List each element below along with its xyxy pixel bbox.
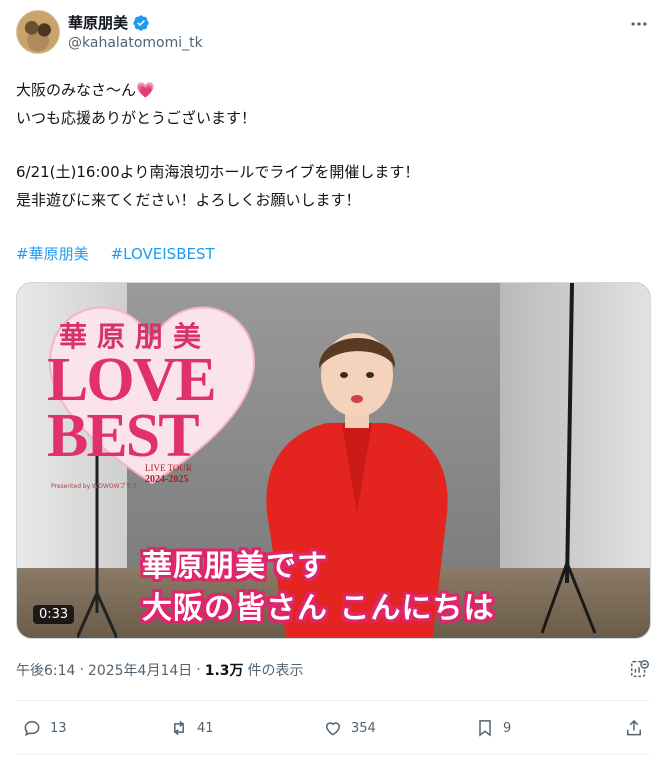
video-caption-line: 大阪の皆さん こんにちは bbox=[142, 591, 495, 626]
display-name[interactable]: 華原朋美 bbox=[68, 12, 128, 33]
repost-button[interactable]: 41 bbox=[169, 714, 214, 742]
video-duration-badge: 0:33 bbox=[33, 605, 75, 624]
reply-icon bbox=[24, 720, 40, 736]
repost-count: 41 bbox=[197, 720, 214, 736]
tweet-line: 大阪のみなさ〜ん💗 bbox=[16, 81, 155, 99]
share-button[interactable] bbox=[624, 714, 644, 742]
tweet-line: 是非遊びに来てください！よろしくお願いします！ bbox=[16, 191, 361, 209]
views-label: 件の表示 bbox=[247, 663, 304, 679]
avatar[interactable] bbox=[16, 10, 60, 54]
more-options-icon[interactable] bbox=[627, 12, 651, 36]
logo-years-text: 2024-2025 bbox=[145, 474, 189, 485]
video-player[interactable]: 華原朋美 LOVE BEST LIVE TOUR 2024-2025 Prese… bbox=[16, 282, 651, 639]
like-count: 354 bbox=[351, 720, 376, 736]
user-handle[interactable]: @kahalatomomi_tk bbox=[68, 35, 203, 51]
divider bbox=[16, 700, 651, 701]
action-bar: 13 41 354 9 bbox=[16, 714, 651, 742]
bookmark-button[interactable]: 9 bbox=[475, 714, 511, 742]
reply-count: 13 bbox=[50, 720, 67, 736]
verified-badge-icon bbox=[133, 14, 149, 31]
bookmark-count: 9 bbox=[503, 720, 512, 736]
hashtag-list: #華原朋美 #LOVEISBEST bbox=[16, 240, 215, 268]
heart-icon bbox=[325, 722, 341, 736]
light-stand-right bbox=[540, 283, 597, 634]
reply-button[interactable]: 13 bbox=[22, 714, 67, 742]
video-caption-line: 華原朋美です bbox=[142, 549, 328, 584]
share-icon bbox=[627, 719, 641, 736]
tweet-meta: 午後6:14 · 2025年4月14日 · 1.3万 件の表示 bbox=[16, 660, 304, 680]
logo-best-text: BEST bbox=[47, 402, 200, 470]
repost-icon bbox=[174, 720, 184, 736]
tweet-line: 6/21(土)16:00より南海浪切ホールでライブを開催します！ bbox=[16, 163, 420, 181]
post-time[interactable]: 午後6:14 bbox=[16, 660, 75, 680]
name-row: 華原朋美 bbox=[68, 12, 150, 33]
logo-tour-text: LIVE TOUR bbox=[145, 463, 192, 473]
bookmark-icon bbox=[479, 720, 491, 737]
post-date[interactable]: 2025年4月14日 bbox=[88, 660, 192, 680]
like-button[interactable]: 354 bbox=[323, 714, 376, 742]
tweet-body: 大阪のみなさ〜ん💗 いつも応援ありがとうございます！ 6/21(土)16:00よ… bbox=[16, 76, 636, 214]
meta-separator: · bbox=[79, 662, 84, 678]
analytics-icon[interactable] bbox=[629, 658, 651, 680]
tweet-header: 華原朋美 @kahalatomomi_tk bbox=[16, 10, 651, 58]
tweet-line: いつも応援ありがとうございます！ bbox=[16, 109, 257, 127]
divider bbox=[16, 754, 651, 755]
logo-presented-text: Presented by WOWOWプラス bbox=[51, 483, 138, 490]
meta-separator: · bbox=[196, 662, 201, 678]
hashtag-link[interactable]: #華原朋美 bbox=[16, 240, 89, 268]
views-count: 1.3万 bbox=[204, 663, 244, 679]
hashtag-link[interactable]: #LOVEISBEST bbox=[111, 240, 215, 268]
